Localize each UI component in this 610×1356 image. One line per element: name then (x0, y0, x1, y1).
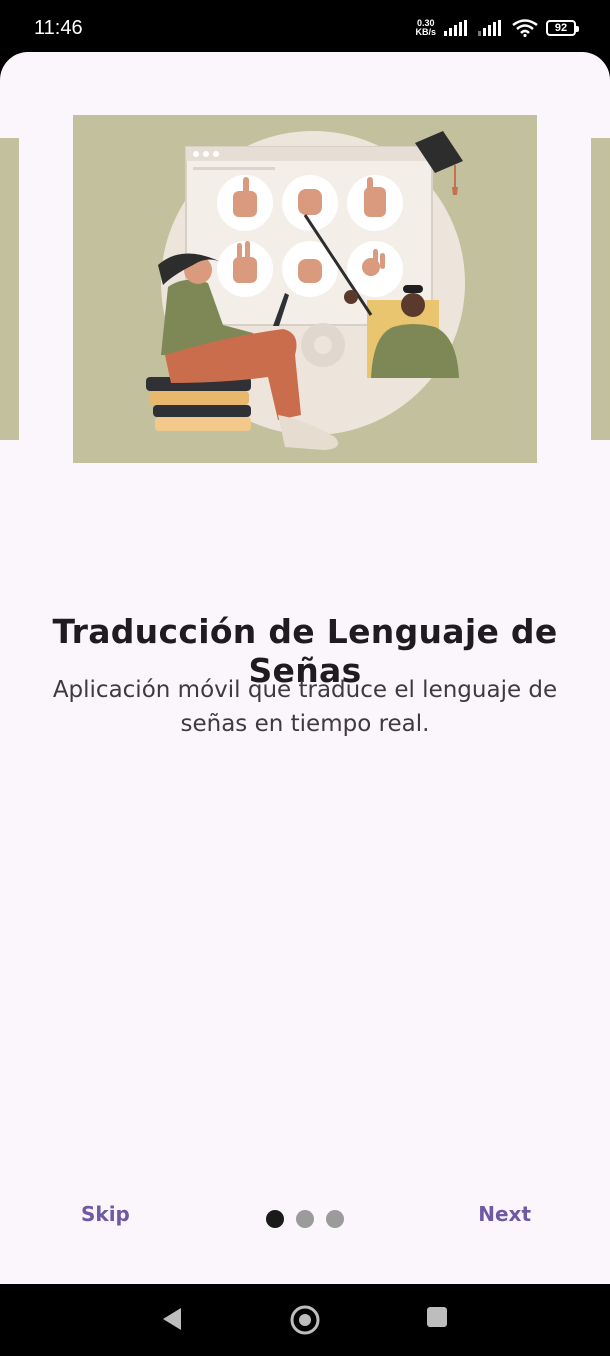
back-icon[interactable] (161, 1306, 183, 1332)
status-bar: 11:46 0.30 KB/s 92 (0, 0, 610, 56)
skip-button[interactable]: Skip (81, 1202, 130, 1226)
system-navigation-bar (0, 1284, 610, 1356)
battery-level: 92 (554, 22, 568, 34)
home-icon[interactable] (289, 1304, 321, 1336)
status-time: 11:46 (34, 16, 83, 39)
network-speed-unit: KB/s (415, 27, 436, 37)
onboarding-illustration (73, 115, 537, 463)
next-button[interactable]: Next (478, 1202, 531, 1226)
page-dot-3[interactable] (326, 1210, 344, 1228)
onboarding-footer: Skip Next (0, 1202, 610, 1236)
onboarding-screen: Traducción de Lenguaje de Señas Aplicaci… (0, 52, 610, 1284)
next-slide-peek (591, 138, 610, 440)
recent-apps-icon[interactable] (426, 1306, 448, 1328)
status-icons: 0.30 KB/s 92 (415, 19, 579, 37)
signal-icon (444, 20, 467, 36)
previous-slide-peek (0, 138, 19, 440)
battery-icon: 92 (546, 20, 579, 36)
network-speed: 0.30 KB/s (415, 19, 436, 37)
sign-language-class-illustration (146, 131, 465, 450)
onboarding-subtitle: Aplicación móvil que traduce el lenguaje… (52, 677, 558, 737)
page-dot-2[interactable] (296, 1210, 314, 1228)
page-indicator (266, 1210, 344, 1228)
page-dot-1[interactable] (266, 1210, 284, 1228)
signal-icon-secondary (478, 20, 501, 36)
wifi-icon (512, 19, 538, 37)
